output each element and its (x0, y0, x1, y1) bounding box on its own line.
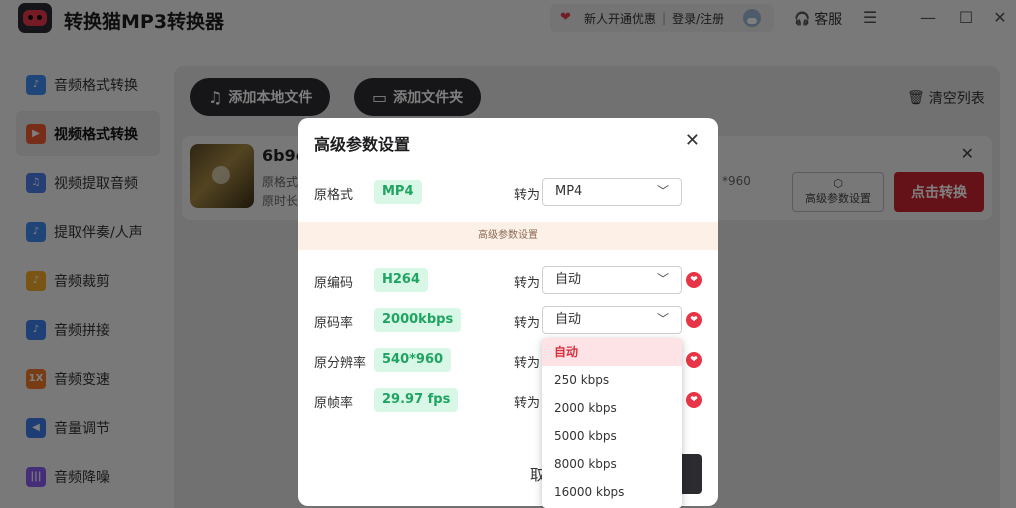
bitrate-row: 原码率 2000kbps 转为 自动 ﹀ ❤ (314, 305, 704, 335)
vip-heart-icon: ❤ (686, 312, 702, 328)
format-row: 原格式 MP4 转为 MP4 ﹀ (314, 177, 704, 207)
resolution-label: 原分辨率 (314, 356, 367, 371)
to-label: 转为 (514, 396, 541, 411)
bitrate-label: 原码率 (314, 316, 354, 331)
dropdown-option[interactable]: 5000 kbps (542, 422, 682, 450)
to-label: 转为 (514, 316, 541, 331)
dropdown-option[interactable]: 16000 kbps (542, 478, 682, 506)
modal-title: 高级参数设置 (314, 135, 411, 154)
bitrate-tag: 2000kbps (374, 308, 462, 332)
codec-tag: H264 (374, 268, 429, 292)
chevron-down-icon: ﹀ (656, 184, 669, 198)
codec-select[interactable]: 自动 ﹀ (542, 266, 682, 294)
codec-label: 原编码 (314, 276, 354, 291)
vip-heart-icon: ❤ (686, 352, 702, 368)
advanced-band: 高级参数设置 (298, 222, 718, 250)
chevron-down-icon: ﹀ (656, 312, 669, 326)
dropdown-option[interactable]: 8000 kbps (542, 450, 682, 478)
to-label: 转为 (514, 188, 541, 203)
vip-heart-icon: ❤ (686, 272, 702, 288)
dropdown-option[interactable]: 自动 (542, 338, 682, 366)
chevron-down-icon: ﹀ (656, 272, 669, 286)
to-label: 转为 (514, 356, 541, 371)
codec-row: 原编码 H264 转为 自动 ﹀ ❤ (314, 265, 704, 295)
format-select-value: MP4 (555, 184, 583, 199)
fps-tag: 29.97 fps (374, 388, 459, 412)
format-label: 原格式 (314, 188, 354, 203)
to-label: 转为 (514, 276, 541, 291)
bitrate-select[interactable]: 自动 ﹀ (542, 306, 682, 334)
bitrate-select-value: 自动 (555, 312, 582, 327)
bitrate-dropdown: 自动 250 kbps 2000 kbps 5000 kbps 8000 kbp… (542, 338, 682, 508)
format-select[interactable]: MP4 ﹀ (542, 178, 682, 206)
codec-select-value: 自动 (555, 272, 582, 287)
close-icon[interactable]: ✕ (685, 130, 700, 151)
vip-heart-icon: ❤ (686, 392, 702, 408)
dropdown-option[interactable]: 250 kbps (542, 366, 682, 394)
fps-label: 原帧率 (314, 396, 354, 411)
resolution-tag: 540*960 (374, 348, 452, 372)
format-tag: MP4 (374, 180, 422, 204)
dropdown-option[interactable]: 2000 kbps (542, 394, 682, 422)
